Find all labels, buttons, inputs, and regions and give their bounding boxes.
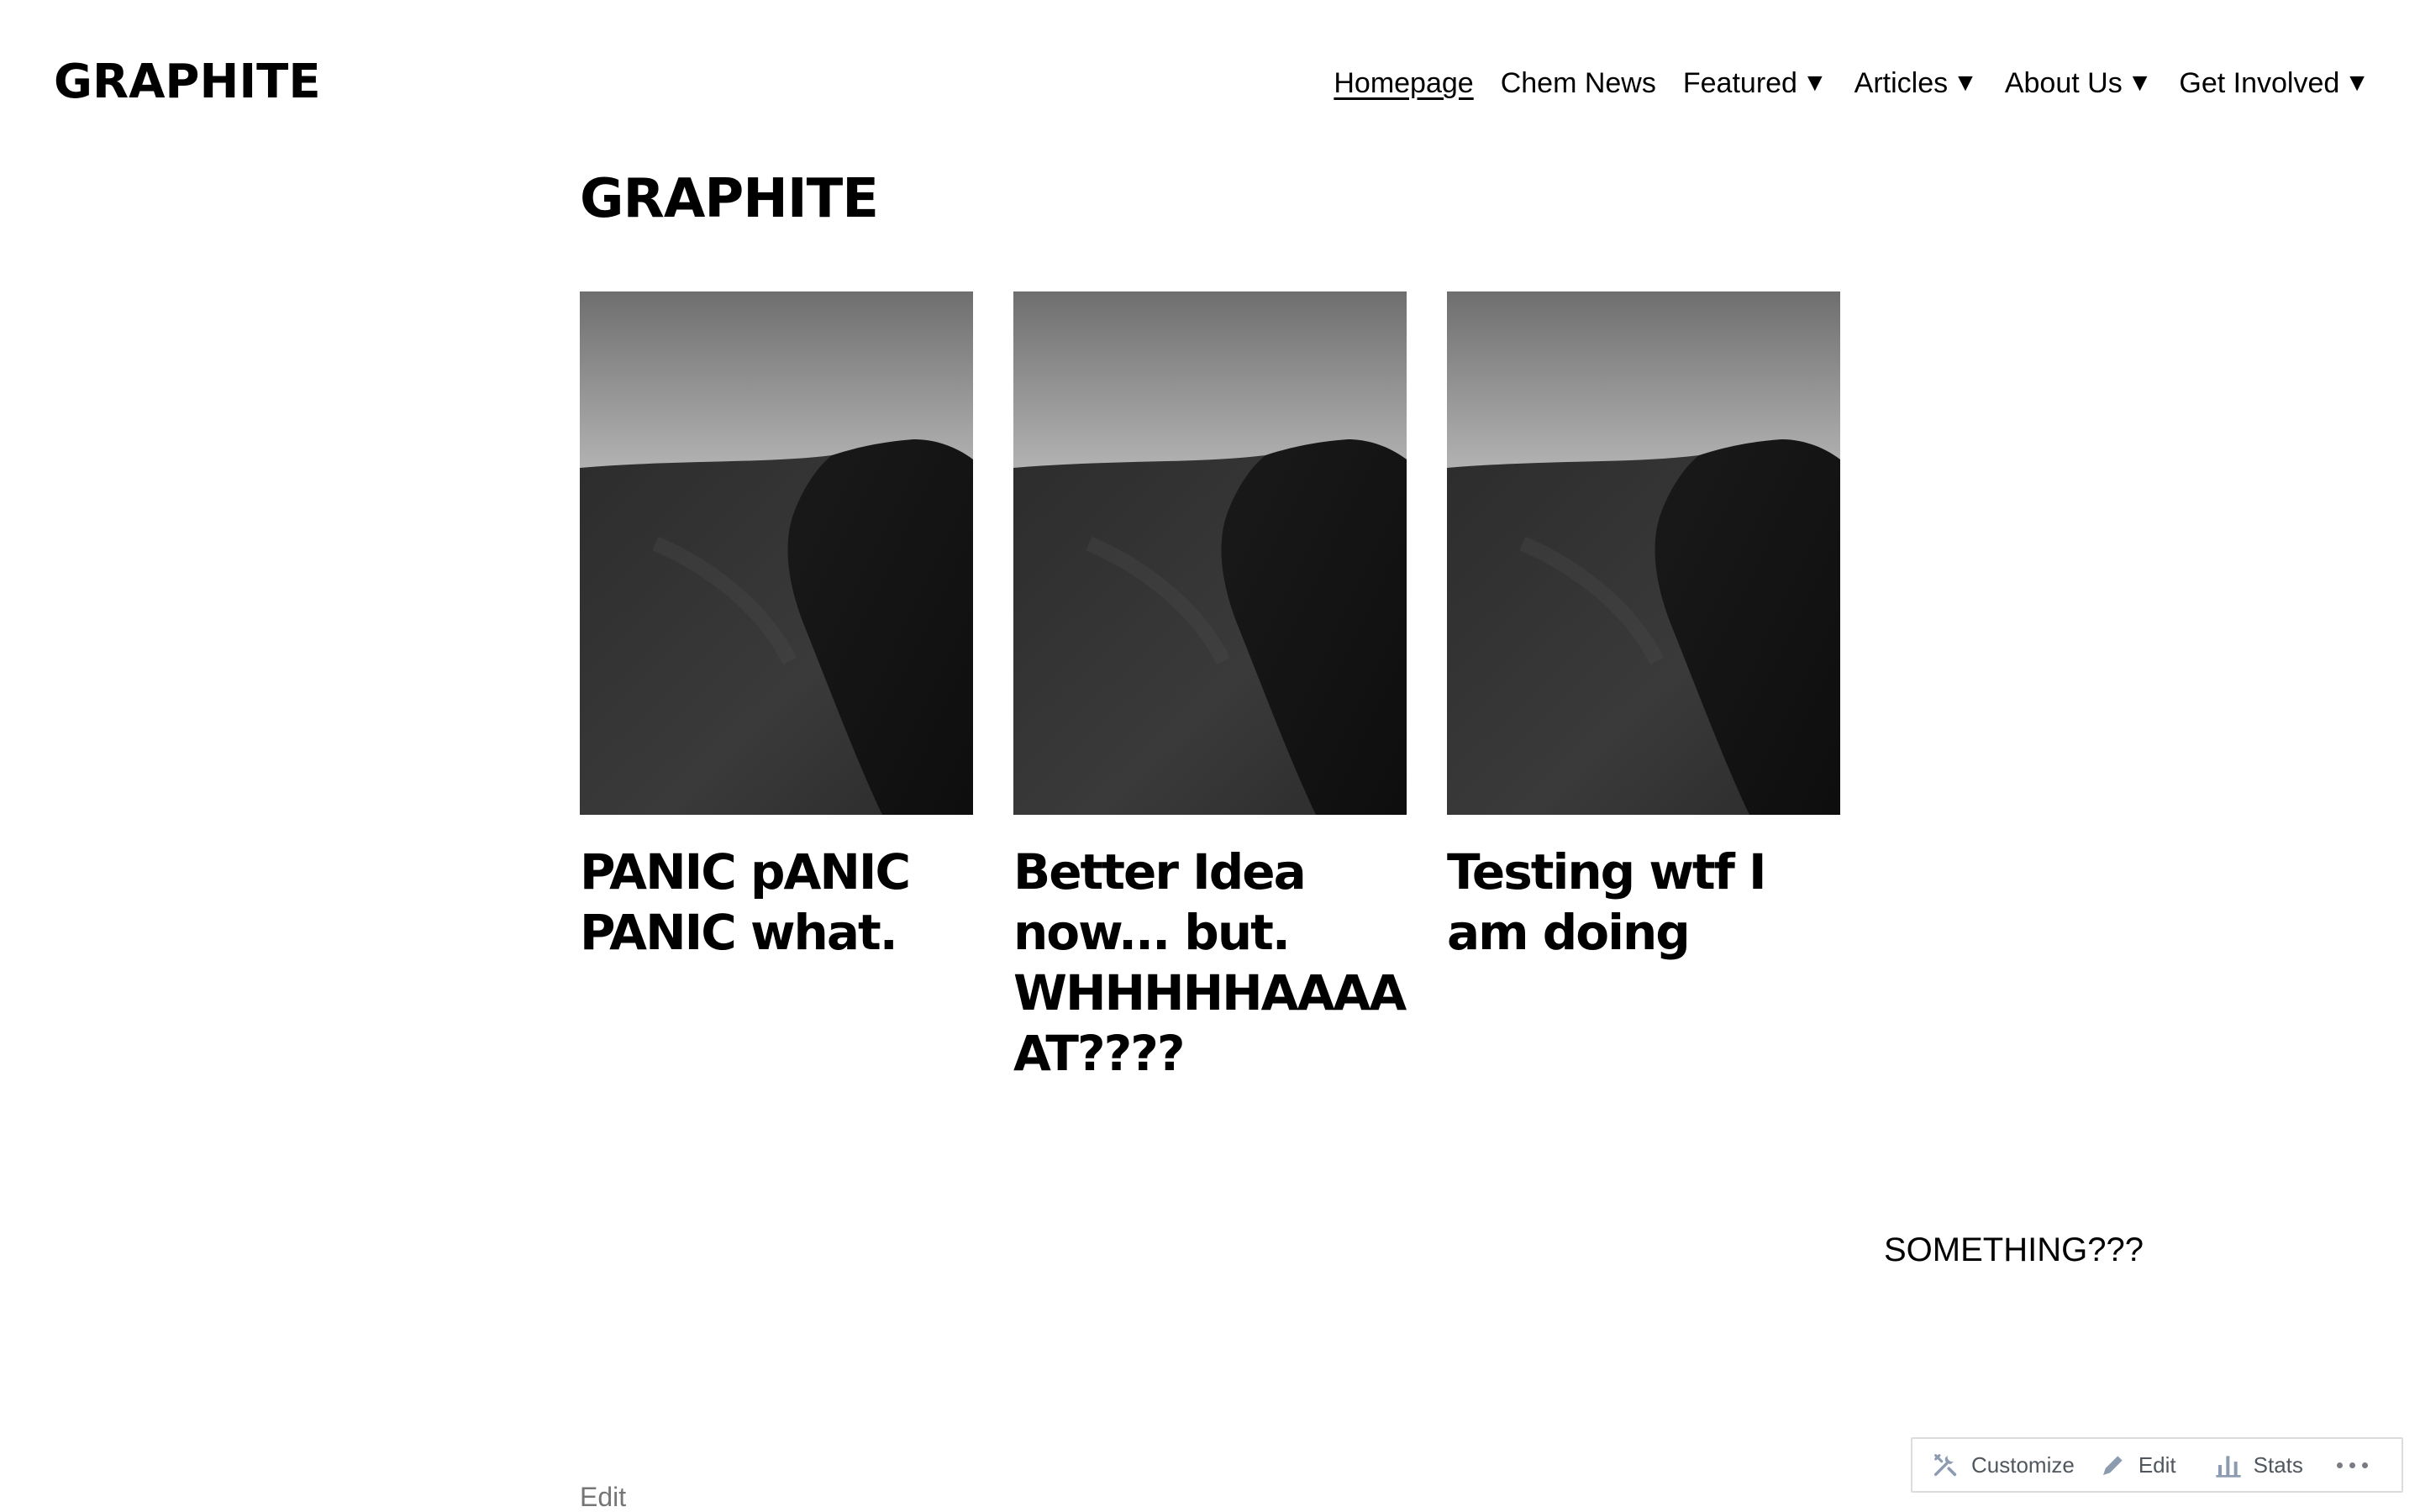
nav-item-label: Chem News bbox=[1500, 67, 1656, 99]
post-featured-image[interactable] bbox=[1013, 291, 1407, 815]
customize-label: Customize bbox=[1971, 1452, 2075, 1478]
dot bbox=[2336, 1462, 2343, 1468]
nav-item-homepage[interactable]: Homepage bbox=[1334, 59, 1473, 108]
nav-item-label: Homepage bbox=[1334, 67, 1474, 99]
pencil-icon bbox=[2102, 1456, 2123, 1475]
edit-link[interactable]: Edit bbox=[580, 1482, 626, 1512]
post-card: Better Idea now... but. WHHHHHAAAAAT???? bbox=[1013, 291, 1407, 1084]
customize-button[interactable]: Customize bbox=[1931, 1451, 2075, 1479]
post-featured-image[interactable] bbox=[580, 291, 973, 815]
post-card: PANIC pANIC PANIC what. bbox=[580, 291, 973, 1084]
nav-item-label: Featured bbox=[1682, 67, 1797, 99]
nav-item-featured[interactable]: Featured ▼ bbox=[1683, 59, 1828, 108]
page-title: GRAPHITE bbox=[580, 168, 879, 230]
nav-item-get-involved[interactable]: Get Involved ▼ bbox=[2179, 59, 2370, 108]
more-dots-icon[interactable] bbox=[2336, 1462, 2368, 1468]
nav-item-label: About Us bbox=[2004, 67, 2123, 99]
caret-down-icon[interactable]: ▼ bbox=[1953, 59, 1978, 108]
caret-down-icon[interactable]: ▼ bbox=[2128, 59, 2153, 108]
stats-bar-icon bbox=[2215, 1456, 2241, 1478]
nav-item-chem-news[interactable]: Chem News bbox=[1501, 59, 1656, 108]
admin-toolbar: Customize Edit Stats bbox=[1911, 1437, 2403, 1493]
nav-item-label: Articles bbox=[1854, 67, 1949, 99]
page: GRAPHITE Homepage Chem News Featured ▼ A… bbox=[0, 0, 2420, 1512]
post-featured-image[interactable] bbox=[1447, 291, 1840, 815]
customize-icon bbox=[1933, 1454, 1957, 1477]
nav-item-label: Get Involved bbox=[2179, 67, 2340, 99]
nav-item-about-us[interactable]: About Us ▼ bbox=[2005, 59, 2153, 108]
main-navigation: Homepage Chem News Featured ▼ Articles ▼… bbox=[1307, 59, 2370, 108]
caret-down-icon[interactable]: ▼ bbox=[2344, 59, 2370, 108]
post-title[interactable]: PANIC pANIC PANIC what. bbox=[580, 842, 973, 963]
edit-label: Edit bbox=[2138, 1452, 2176, 1478]
sidebar-text: SOMETHING??? bbox=[1884, 1231, 2144, 1268]
post-card: Testing wtf I am doing bbox=[1447, 291, 1840, 1084]
caret-down-icon[interactable]: ▼ bbox=[1802, 59, 1828, 108]
site-title[interactable]: GRAPHITE bbox=[54, 52, 321, 113]
post-title[interactable]: Better Idea now... but. WHHHHHAAAAAT???? bbox=[1013, 842, 1407, 1084]
nav-item-articles[interactable]: Articles ▼ bbox=[1854, 59, 1978, 108]
edit-button[interactable]: Edit bbox=[2100, 1452, 2176, 1478]
dot bbox=[2361, 1462, 2368, 1468]
post-title[interactable]: Testing wtf I am doing bbox=[1447, 842, 1840, 963]
post-grid: PANIC pANIC PANIC what. Better Idea now.… bbox=[580, 291, 1840, 1084]
dot bbox=[2349, 1462, 2355, 1468]
stats-button[interactable]: Stats bbox=[2215, 1452, 2303, 1478]
stats-label: Stats bbox=[2253, 1452, 2303, 1478]
